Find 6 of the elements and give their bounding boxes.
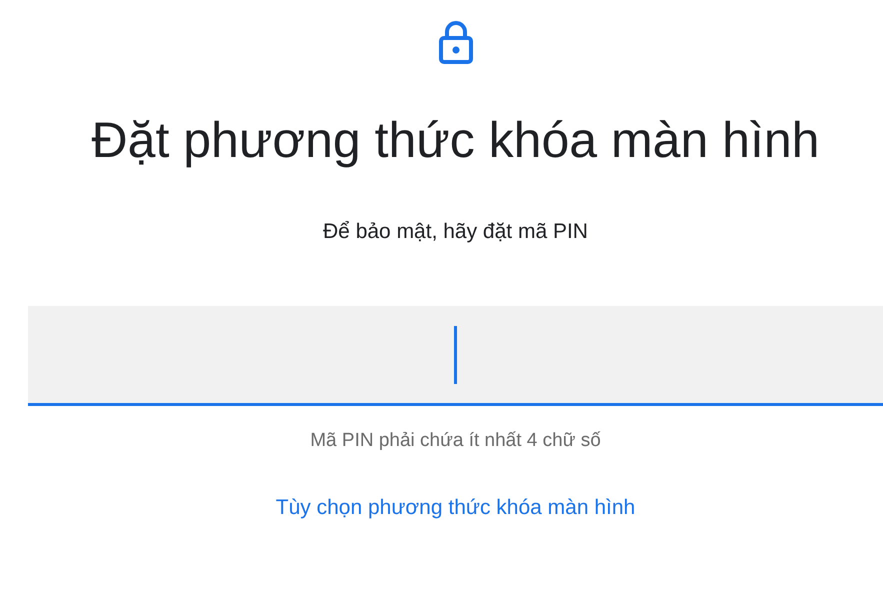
helper-text: Mã PIN phải chứa ít nhất 4 chữ số: [310, 429, 601, 453]
screen-title: Đặt phương thức khóa màn hình: [90, 111, 820, 170]
lock-options-link[interactable]: Tùy chọn phương thức khóa màn hình: [276, 494, 636, 522]
subtitle: Để bảo mật, hãy đặt mã PIN: [323, 219, 588, 245]
text-cursor: [454, 326, 457, 384]
pin-field[interactable]: [28, 306, 883, 406]
